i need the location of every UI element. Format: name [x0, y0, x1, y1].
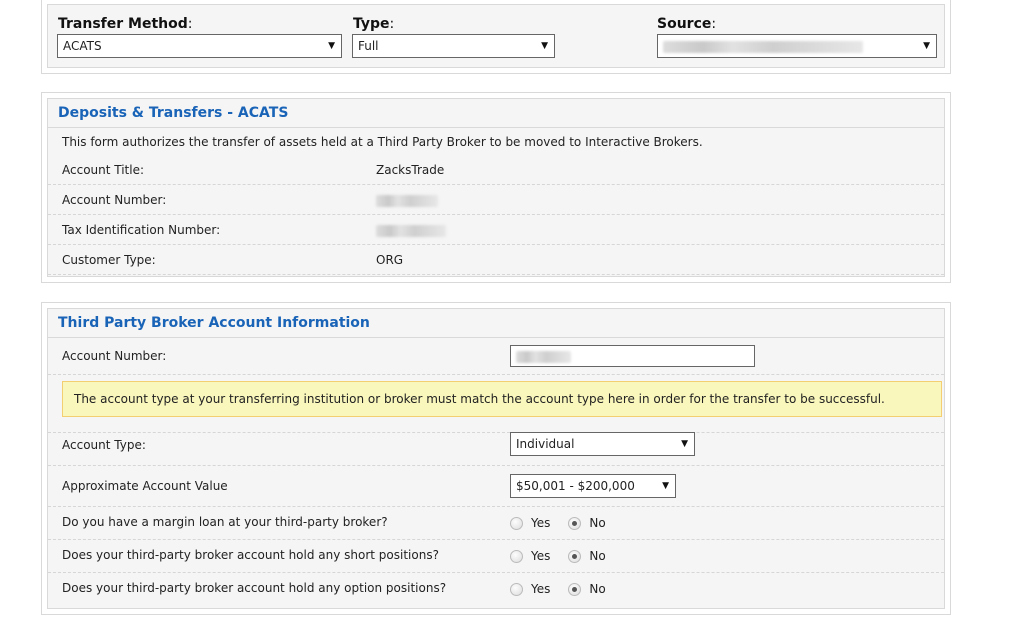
- account-type-label: Account Type:: [62, 438, 146, 452]
- margin-loan-radio-group: Yes No: [510, 507, 624, 539]
- account-type-select[interactable]: Individual ▼: [510, 432, 695, 456]
- chevron-down-icon: ▼: [662, 481, 669, 491]
- transfer-method-group: Transfer Method:: [58, 15, 192, 33]
- short-positions-yes-radio[interactable]: [510, 549, 523, 563]
- broker-panel: Third Party Broker Account Information A…: [41, 302, 951, 615]
- type-group: Type:: [353, 15, 394, 33]
- account-value-row: Approximate Account Value $50,001 - $200…: [48, 466, 944, 507]
- customer-type-value: ORG: [376, 253, 404, 267]
- type-select[interactable]: Full ▼: [352, 34, 555, 58]
- source-select[interactable]: ▼: [657, 34, 937, 58]
- broker-account-number-label: Account Number:: [62, 349, 167, 363]
- account-type-row: Account Type: Individual ▼: [48, 432, 944, 466]
- chevron-down-icon: ▼: [923, 41, 930, 51]
- chevron-down-icon: ▼: [328, 41, 335, 51]
- broker-account-number-row: Account Number:: [48, 338, 944, 375]
- notice-row: The account type at your transferring in…: [48, 375, 944, 433]
- chevron-down-icon: ▼: [541, 41, 548, 51]
- transfer-method-select[interactable]: ACATS ▼: [57, 34, 342, 58]
- broker-account-number-redacted: [516, 350, 571, 363]
- acats-panel: Deposits & Transfers - ACATS This form a…: [41, 92, 951, 283]
- account-value-select[interactable]: $50,001 - $200,000 ▼: [510, 474, 676, 498]
- option-positions-row: Does your third-party broker account hol…: [48, 573, 944, 606]
- tax-id-row: Tax Identification Number:: [48, 215, 944, 245]
- source-group: Source:: [657, 15, 716, 33]
- broker-inner: Third Party Broker Account Information A…: [47, 308, 945, 609]
- margin-loan-yes-radio[interactable]: [510, 516, 523, 530]
- option-positions-label: Does your third-party broker account hol…: [62, 581, 447, 595]
- account-title-row: Account Title: ZacksTrade: [48, 155, 944, 185]
- short-positions-no-radio[interactable]: [568, 549, 582, 563]
- source-value-redacted: [663, 40, 863, 53]
- transfer-method-value: ACATS: [63, 39, 102, 53]
- account-type-value: Individual: [516, 437, 575, 451]
- tax-id-value-redacted: [376, 215, 446, 245]
- customer-type-row: Customer Type: ORG: [48, 245, 944, 275]
- short-positions-label: Does your third-party broker account hol…: [62, 548, 439, 562]
- customer-type-label: Customer Type:: [62, 253, 156, 267]
- chevron-down-icon: ▼: [681, 439, 688, 449]
- account-number-label: Account Number:: [62, 193, 167, 207]
- account-value-label: Approximate Account Value: [62, 479, 228, 493]
- broker-account-number-input[interactable]: [510, 345, 755, 367]
- source-label: Source:: [657, 16, 717, 32]
- option-positions-radio-group: Yes No: [510, 573, 624, 605]
- short-positions-row: Does your third-party broker account hol…: [48, 540, 944, 573]
- margin-loan-yes-label[interactable]: Yes: [531, 508, 550, 538]
- account-value-value: $50,001 - $200,000: [516, 479, 635, 493]
- transfer-method-label: Transfer Method:: [58, 16, 193, 32]
- tax-id-label: Tax Identification Number:: [62, 223, 221, 237]
- short-positions-radio-group: Yes No: [510, 540, 624, 572]
- account-title-label: Account Title:: [62, 163, 145, 177]
- option-positions-yes-radio[interactable]: [510, 582, 523, 596]
- broker-title: Third Party Broker Account Information: [48, 309, 944, 338]
- margin-loan-row: Do you have a margin loan at your third-…: [48, 507, 944, 540]
- account-title-value: ZacksTrade: [376, 163, 445, 177]
- short-positions-no-label[interactable]: No: [589, 541, 605, 571]
- option-positions-no-label[interactable]: No: [589, 574, 605, 604]
- option-positions-no-radio[interactable]: [568, 582, 582, 596]
- type-label: Type:: [353, 16, 395, 32]
- acats-intro: This form authorizes the transfer of ass…: [62, 135, 703, 149]
- account-number-value-redacted: [376, 185, 438, 215]
- type-value: Full: [358, 39, 379, 53]
- margin-loan-label: Do you have a margin loan at your third-…: [62, 515, 388, 529]
- acats-inner: Deposits & Transfers - ACATS This form a…: [47, 98, 945, 277]
- transfer-selector-inner: Transfer Method: ACATS ▼ Type: Full ▼ So…: [47, 4, 945, 68]
- margin-loan-no-radio[interactable]: [568, 516, 582, 530]
- acats-title: Deposits & Transfers - ACATS: [48, 99, 944, 128]
- option-positions-yes-label[interactable]: Yes: [531, 574, 550, 604]
- transfer-selector-panel: Transfer Method: ACATS ▼ Type: Full ▼ So…: [41, 0, 951, 74]
- margin-loan-no-label[interactable]: No: [589, 508, 605, 538]
- short-positions-yes-label[interactable]: Yes: [531, 541, 550, 571]
- account-type-notice: The account type at your transferring in…: [62, 381, 942, 417]
- account-number-row: Account Number:: [48, 185, 944, 215]
